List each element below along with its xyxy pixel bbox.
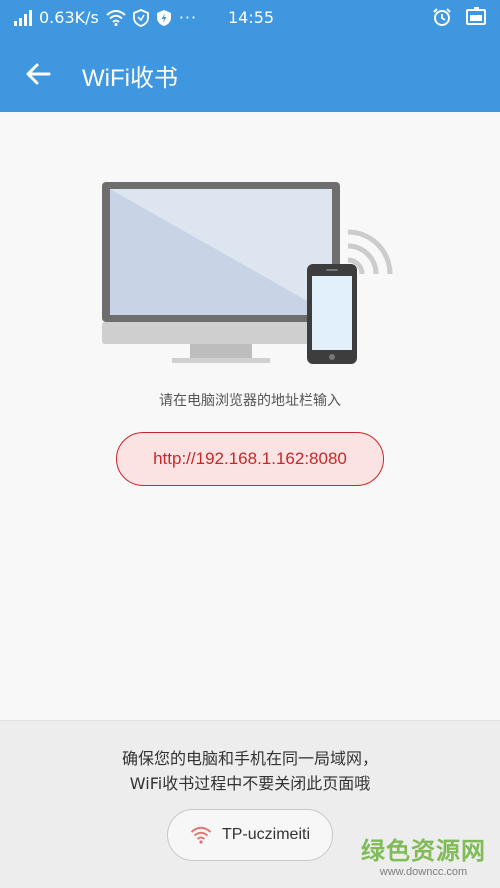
alarm-icon bbox=[433, 8, 451, 26]
watermark-main: 绿色资源网 bbox=[361, 837, 486, 865]
status-right bbox=[432, 7, 486, 27]
battery-icon bbox=[466, 7, 486, 25]
watermark-sub: www.downcc.com bbox=[379, 866, 468, 878]
signal-icon bbox=[14, 9, 32, 26]
app-bar: WiFi收书 bbox=[0, 36, 500, 112]
lan-tip-line1: 确保您的电脑和手机在同一局域网， bbox=[121, 749, 378, 768]
back-arrow-icon bbox=[26, 63, 51, 85]
watermark: 绿色资源网 www.downcc.com bbox=[361, 831, 486, 878]
footer-panel: 确保您的电脑和手机在同一局域网， WiFi收书过程中不要关闭此页面哦 TP-uc… bbox=[0, 720, 500, 888]
security-icon bbox=[156, 9, 171, 26]
clock: 14:55 bbox=[228, 8, 275, 27]
address-hint: 请在电脑浏览器的地址栏输入 bbox=[159, 393, 341, 409]
wifi-icon bbox=[106, 9, 126, 26]
wifi-network-name: TP-uczimeiti bbox=[221, 826, 310, 843]
page-title: WiFi收书 bbox=[82, 65, 178, 92]
lan-tip-line2: WiFi收书过程中不要关闭此页面哦 bbox=[129, 774, 371, 793]
more-icon: ··· bbox=[178, 8, 198, 27]
back-button[interactable] bbox=[20, 56, 56, 92]
computer-phone-illustration bbox=[102, 182, 393, 364]
status-left: 0.63K/s ··· bbox=[14, 8, 197, 27]
network-speed: 0.63K/s bbox=[39, 8, 99, 27]
shield-icon bbox=[132, 8, 149, 27]
monitor-illustration bbox=[102, 182, 340, 363]
status-bar: 0.63K/s ··· 14:55 bbox=[0, 0, 500, 36]
server-url: http://192.168.1.162:8080 bbox=[116, 432, 384, 486]
wifi-network-badge: TP-uczimeiti bbox=[167, 809, 333, 861]
wifi-icon bbox=[190, 826, 212, 844]
phone-illustration bbox=[307, 264, 357, 364]
